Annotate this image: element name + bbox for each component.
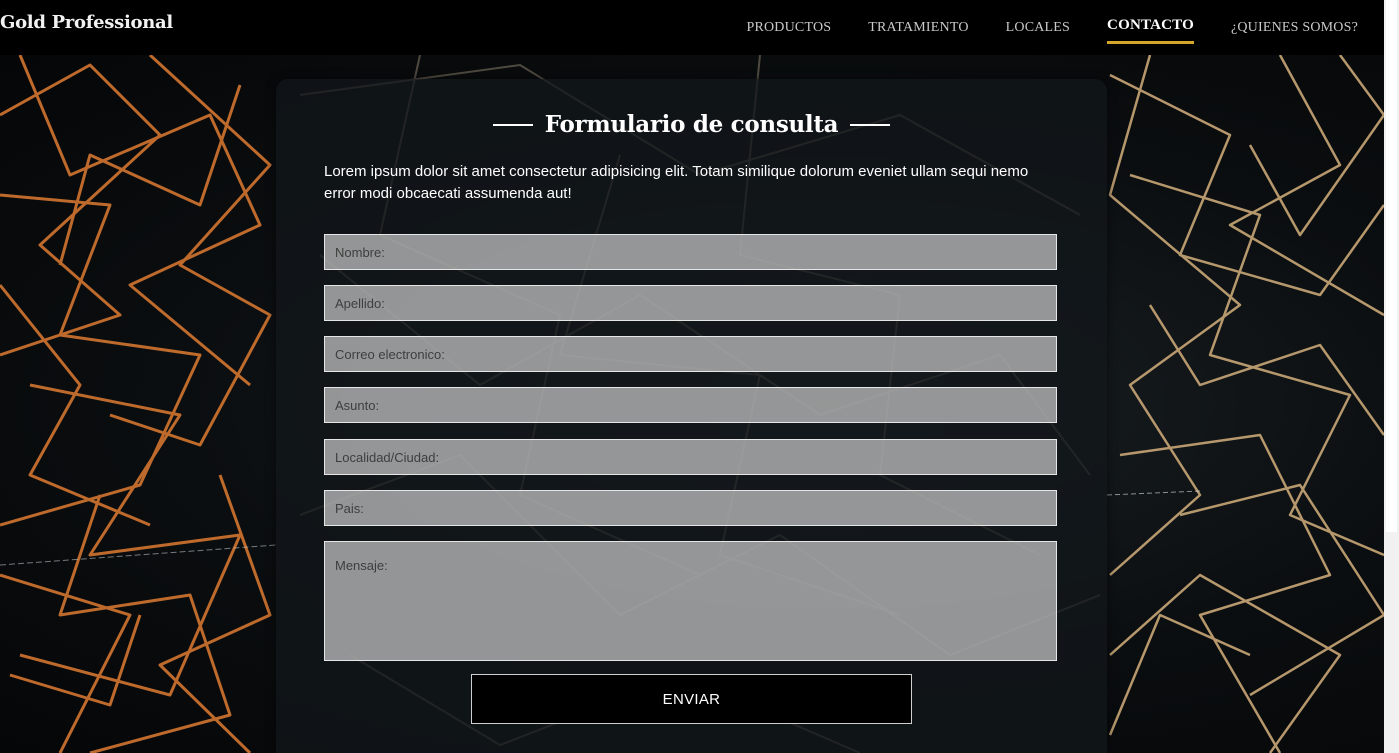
top-navbar: Gold Professional PRODUCTOS TRATAMIENTO … (0, 0, 1384, 55)
localidad-input[interactable] (324, 439, 1057, 475)
main-nav: PRODUCTOS TRATAMIENTO LOCALES CONTACTO ¿… (709, 0, 1358, 55)
apellido-input[interactable] (324, 285, 1057, 321)
nav-item-tratamiento[interactable]: TRATAMIENTO (868, 20, 968, 36)
title-line-left (492, 123, 533, 126)
active-nav-underline (1107, 41, 1194, 44)
scrollbar-thumb[interactable] (1386, 0, 1397, 532)
nav-item-quienes-somos[interactable]: ¿QUIENES SOMOS? (1231, 20, 1358, 36)
contact-form-card: Formulario de consulta Lorem ipsum dolor… (276, 79, 1107, 753)
form-heading: Formulario de consulta (276, 111, 1107, 138)
nav-item-contacto[interactable]: CONTACTO (1107, 17, 1194, 44)
form-title: Formulario de consulta (544, 111, 839, 138)
asunto-input[interactable] (324, 387, 1057, 423)
mensaje-textarea[interactable] (324, 541, 1057, 661)
brand-logo[interactable]: Gold Professional (0, 12, 173, 33)
nav-item-locales[interactable]: LOCALES (1006, 20, 1070, 36)
contact-page: Formulario de consulta Lorem ipsum dolor… (0, 0, 1399, 753)
nombre-input[interactable] (324, 234, 1057, 270)
form-intro-text: Lorem ipsum dolor sit amet consectetur a… (324, 163, 1029, 202)
pais-input[interactable] (324, 490, 1057, 526)
nav-item-contacto-label: CONTACTO (1107, 17, 1194, 33)
title-line-right (850, 123, 891, 126)
email-input[interactable] (324, 336, 1057, 372)
nav-item-productos[interactable]: PRODUCTOS (746, 20, 831, 36)
enviar-button[interactable]: ENVIAR (471, 674, 912, 724)
